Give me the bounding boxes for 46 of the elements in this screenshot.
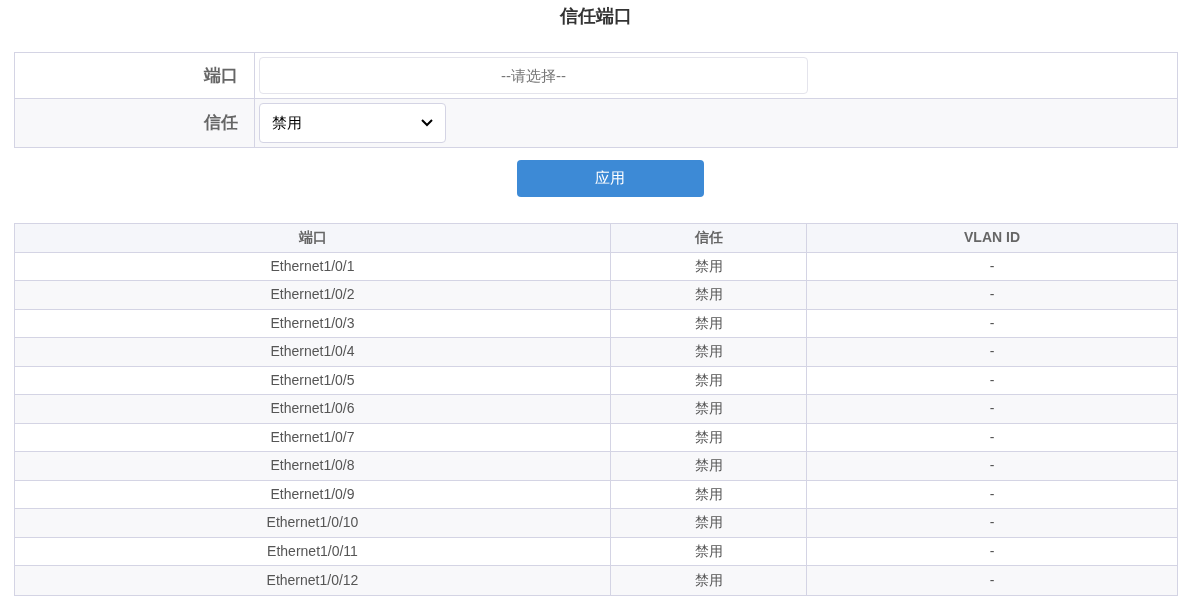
table-cell-text: 禁用 bbox=[694, 427, 723, 447]
table-cell-text: - bbox=[989, 313, 995, 333]
table-cell-text: - bbox=[989, 427, 995, 447]
trust-dropdown[interactable]: 禁用 bbox=[259, 103, 446, 143]
table-cell-text: 禁用 bbox=[694, 484, 723, 504]
table-cell-text: Ethernet1/0/9 bbox=[270, 484, 355, 504]
port-select-field[interactable]: --请选择-- bbox=[259, 57, 808, 94]
chevron-down-icon bbox=[421, 119, 433, 127]
table-cell-text: Ethernet1/0/10 bbox=[266, 513, 359, 533]
table-cell-text: Ethernet1/0/3 bbox=[270, 313, 355, 333]
table-cell-text: Ethernet1/0/5 bbox=[270, 370, 355, 390]
table-cell-text: Ethernet1/0/7 bbox=[270, 427, 355, 447]
field-label: 端口 bbox=[204, 64, 238, 87]
table-cell-text: - bbox=[989, 513, 995, 533]
column-header: 信任 bbox=[694, 228, 723, 248]
table-cell-text: - bbox=[989, 256, 995, 276]
column-header: VLAN ID bbox=[964, 228, 1020, 248]
table-cell-text: Ethernet1/0/2 bbox=[270, 285, 355, 305]
table-cell-text: Ethernet1/0/4 bbox=[270, 342, 355, 362]
table-cell-text: 禁用 bbox=[694, 256, 723, 276]
table-cell-text: 禁用 bbox=[694, 399, 723, 419]
table-cell-text: Ethernet1/0/12 bbox=[266, 570, 359, 590]
table-cell-text: - bbox=[989, 456, 995, 476]
table-cell-text: 禁用 bbox=[694, 570, 723, 590]
table-cell-text: - bbox=[989, 399, 995, 419]
table-cell-text: - bbox=[989, 370, 995, 390]
table-cell-text: 禁用 bbox=[694, 313, 723, 333]
table-cell-text: 禁用 bbox=[694, 285, 723, 305]
table-cell-text: 禁用 bbox=[694, 456, 723, 476]
page-title: 信任端口 bbox=[560, 5, 632, 28]
column-header: 端口 bbox=[298, 228, 327, 248]
table-cell-text: 禁用 bbox=[694, 370, 723, 390]
table-cell-text: 禁用 bbox=[694, 513, 723, 533]
table-cell-text: - bbox=[989, 342, 995, 362]
table-cell-text: - bbox=[989, 541, 995, 561]
table-cell-text: 禁用 bbox=[694, 541, 723, 561]
table-cell-text: - bbox=[989, 570, 995, 590]
table-cell-text: Ethernet1/0/8 bbox=[270, 456, 355, 476]
table-cell-text: Ethernet1/0/1 bbox=[270, 256, 355, 276]
apply-button[interactable]: 应用 bbox=[516, 160, 704, 197]
table-cell-text: Ethernet1/0/6 bbox=[270, 399, 355, 419]
field-label: 信任 bbox=[204, 112, 238, 135]
table-cell-text: Ethernet1/0/11 bbox=[267, 541, 358, 561]
table-cell-text: - bbox=[989, 285, 995, 305]
table-cell-text: 禁用 bbox=[694, 342, 723, 362]
table-cell-text: - bbox=[989, 484, 995, 504]
